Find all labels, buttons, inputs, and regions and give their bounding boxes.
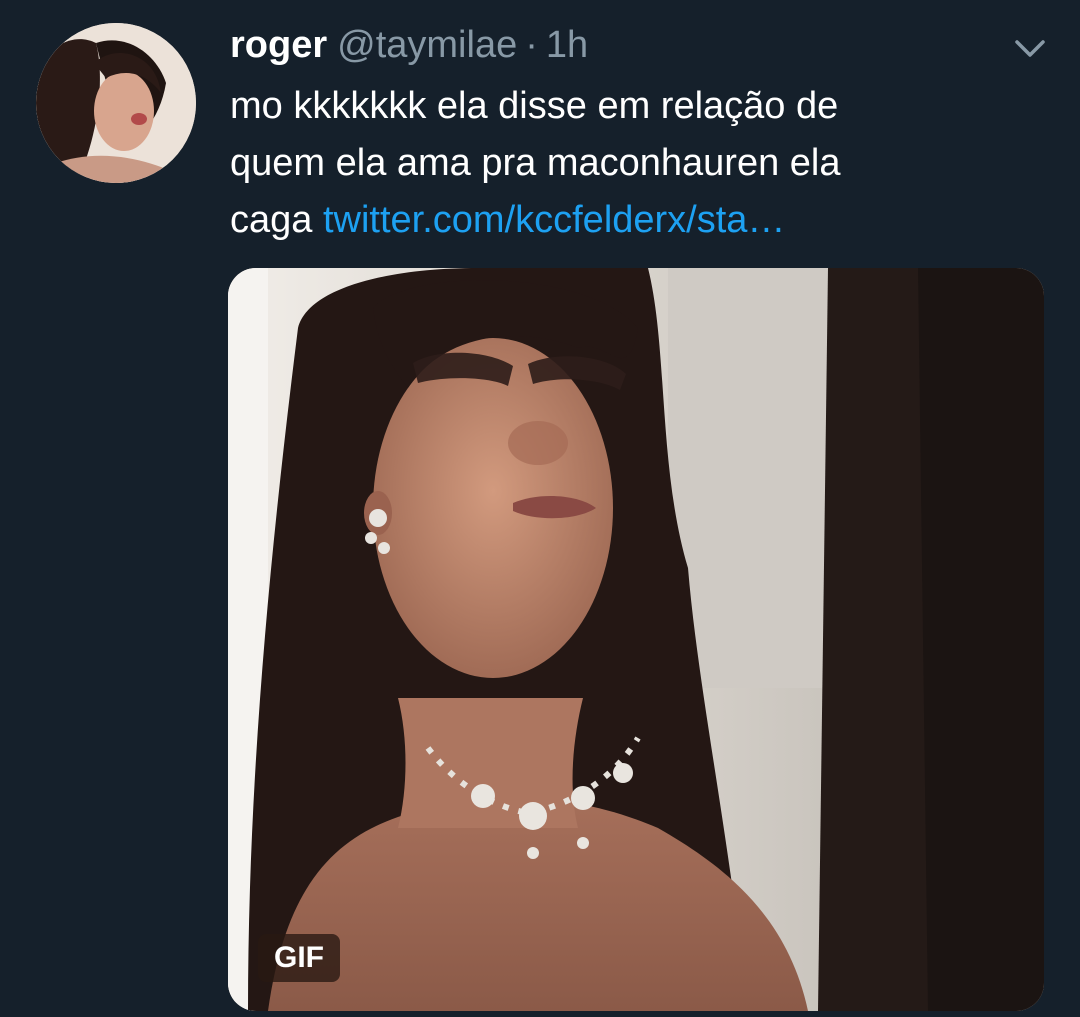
- tweet[interactable]: roger @taymilae · 1h mo kkkkkkk ela disse e…: [0, 0, 1080, 1017]
- tweet-text: mo kkkkkkk ela disse em relação de quem …: [230, 78, 1030, 249]
- tweet-text-line-3: caga twitter.com/kccfelderx/sta…: [230, 192, 1030, 249]
- tweet-link[interactable]: twitter.com/kccfelderx/sta…: [323, 199, 785, 241]
- timestamp[interactable]: 1h: [546, 24, 588, 66]
- chevron-down-icon[interactable]: [1012, 34, 1048, 62]
- gif-media-image: [228, 268, 1044, 1011]
- tweet-text-line-2: quem ela ama pra maconhauren ela: [230, 142, 841, 184]
- user-handle[interactable]: @taymilae: [337, 24, 517, 66]
- gif-badge: GIF: [258, 934, 340, 982]
- separator-dot: ·: [525, 24, 538, 66]
- display-name[interactable]: roger: [230, 24, 327, 66]
- tweet-text-line-1: mo kkkkkkk ela disse em relação de: [230, 85, 839, 127]
- gif-media[interactable]: [228, 268, 1044, 1011]
- avatar[interactable]: [36, 23, 196, 183]
- tweet-text-prefix: caga: [230, 199, 313, 241]
- tweet-header: roger @taymilae · 1h: [230, 22, 588, 68]
